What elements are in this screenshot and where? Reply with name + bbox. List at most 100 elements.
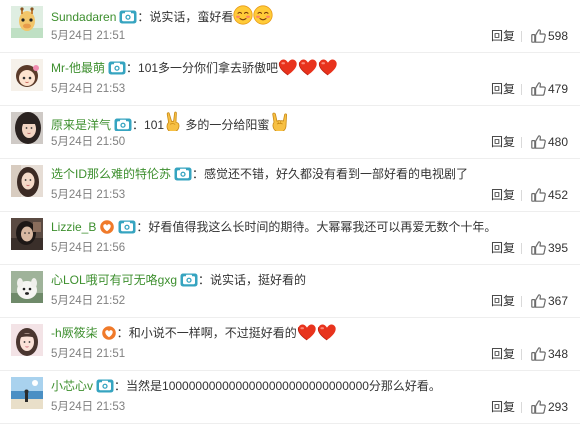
reply-button[interactable]: 回复: [491, 81, 515, 97]
like-button[interactable]: 452: [531, 186, 568, 204]
thumbs-up-icon: [531, 241, 546, 260]
comment-separator: ：: [126, 61, 139, 75]
victory-hand-emoji: [164, 111, 182, 131]
emoji-group: [233, 5, 274, 25]
comment-item: -h厥筱柒 ：和小说不一样啊，不过挺好看的 5月24日 21:51 回复 348: [0, 318, 580, 371]
thumbs-up-icon: [531, 400, 546, 419]
reply-button[interactable]: 回复: [491, 399, 515, 415]
comment-timestamp: 5月24日 21:53: [51, 401, 126, 413]
reply-button[interactable]: 回复: [491, 187, 515, 203]
emoji-group: [278, 58, 338, 78]
like-button[interactable]: 367: [531, 292, 568, 310]
vip-camera-icon[interactable]: [114, 118, 132, 131]
comment-text: 当然是1000000000000000000000000000000分那么好看。: [126, 379, 441, 393]
comment-separator: ：: [132, 118, 145, 131]
comment-timestamp: 5月24日 21:52: [51, 295, 126, 307]
comment-line: 心LOL哦可有可无咯gxg ：说实话，挺好看的: [51, 270, 570, 290]
comment-item: 小芯心v ：当然是1000000000000000000000000000000分…: [0, 371, 580, 424]
username-link[interactable]: 选个ID那么难的特伦苏: [51, 167, 171, 181]
reply-button[interactable]: 回复: [491, 134, 515, 150]
vip-camera-icon[interactable]: [180, 273, 198, 290]
thumbs-up-icon: [531, 29, 546, 48]
username-link[interactable]: -h厥筱柒: [51, 326, 98, 340]
action-divider: [521, 84, 522, 95]
fan-heart-badge-icon[interactable]: [101, 326, 117, 343]
rock-hand-emoji: [269, 111, 291, 131]
action-divider: [521, 349, 522, 360]
like-count: 598: [548, 29, 569, 43]
comment-list: Sundadaren ：说实话，蛮好看 5月24日 21:51 回复 598 Mr-他最萌…: [0, 0, 580, 425]
action-divider: [521, 190, 522, 201]
like-count: 452: [548, 188, 569, 202]
user-avatar[interactable]: [11, 112, 43, 144]
action-divider: [521, 296, 522, 307]
user-avatar[interactable]: [11, 59, 43, 91]
thumbs-up-icon: [531, 135, 546, 154]
vip-camera-icon[interactable]: [174, 167, 192, 184]
thumbs-up-icon: [531, 188, 546, 207]
reply-button[interactable]: 回复: [491, 28, 515, 44]
action-divider: [521, 31, 522, 42]
username-link[interactable]: 小芯心v: [51, 379, 93, 393]
comment-timestamp: 5月24日 21:51: [51, 348, 126, 360]
username-link[interactable]: Lizzie_B: [51, 220, 96, 234]
username-link[interactable]: 心LOL哦可有可无咯gxg: [51, 273, 177, 287]
thumbs-up-icon: [531, 294, 546, 313]
like-count: 479: [548, 82, 569, 96]
comment-line: Lizzie_B ：好看值得我这么长时间的期待。大幂幂我还可以再爱无数个十年。: [51, 217, 570, 237]
comment-text: 感觉还不错，好久都没有看到一部好看的电视剧了: [204, 167, 469, 181]
comment-line: 原来是洋气 ：101 多的一分给阳蜜: [51, 111, 570, 131]
comment-text: 好看值得我这么长时间的期待。大幂幂我还可以再爱无数个十年。: [148, 220, 497, 234]
heart-emoji: [318, 58, 338, 78]
comment-item: 心LOL哦可有可无咯gxg ：说实话，挺好看的 5月24日 21:52 回复 367: [0, 265, 580, 318]
comment-text: 说实话，挺好看的: [210, 273, 307, 287]
user-avatar[interactable]: [11, 271, 43, 303]
like-button[interactable]: 395: [531, 239, 568, 257]
like-count: 367: [548, 294, 569, 308]
reply-button[interactable]: 回复: [491, 293, 515, 309]
like-button[interactable]: 348: [531, 345, 568, 363]
fan-heart-badge-icon[interactable]: [99, 220, 115, 237]
heart-emoji: [317, 323, 337, 343]
action-divider: [521, 402, 522, 413]
comment-separator: ：: [137, 10, 150, 24]
like-button[interactable]: 598: [531, 27, 568, 45]
comment-line: Sundadaren ：说实话，蛮好看: [51, 5, 570, 25]
emoji-group: [297, 323, 337, 343]
heart-emoji: [297, 323, 317, 343]
user-avatar[interactable]: [11, 6, 43, 38]
like-button[interactable]: 293: [531, 398, 568, 416]
vip-camera-icon[interactable]: [108, 61, 126, 78]
vip-camera-icon[interactable]: [118, 220, 136, 237]
username-link[interactable]: 原来是洋气: [51, 118, 111, 131]
user-avatar[interactable]: [11, 324, 43, 356]
comment-line: 选个ID那么难的特伦苏 ：感觉还不错，好久都没有看到一部好看的电视剧了: [51, 164, 570, 184]
like-button[interactable]: 480: [531, 133, 568, 151]
user-avatar[interactable]: [11, 165, 43, 197]
comment-text: 101多一分你们拿去骄傲吧: [138, 61, 279, 75]
comment-item: Lizzie_B ：好看值得我这么长时间的期待。大幂幂我还可以再爱无数个十年。 5月…: [0, 212, 580, 265]
comment-item: 原来是洋气 ：101 多的一分给阳蜜 5月24日 21:50 回复 480: [0, 106, 580, 159]
vip-camera-icon[interactable]: [119, 10, 137, 25]
comment-separator: ：: [116, 326, 129, 340]
action-divider: [521, 243, 522, 254]
reply-button[interactable]: 回复: [491, 346, 515, 362]
comment-text: 说实话，蛮好看: [149, 10, 234, 24]
username-link[interactable]: Mr-他最萌: [51, 61, 105, 75]
username-link[interactable]: Sundadaren: [51, 10, 116, 24]
action-divider: [521, 137, 522, 148]
emoji-group: [269, 112, 291, 131]
blush-emoji: [233, 5, 254, 25]
reply-button[interactable]: 回复: [491, 240, 515, 256]
comment-separator: ：: [136, 220, 149, 234]
vip-camera-icon[interactable]: [96, 379, 114, 396]
heart-emoji: [278, 58, 298, 78]
comment-timestamp: 5月24日 21:50: [51, 136, 126, 148]
comment-timestamp: 5月24日 21:53: [51, 83, 126, 95]
comment-timestamp: 5月24日 21:56: [51, 242, 126, 254]
like-button[interactable]: 479: [531, 80, 568, 98]
user-avatar[interactable]: [11, 218, 43, 250]
comment-item: Sundadaren ：说实话，蛮好看 5月24日 21:51 回复 598: [0, 0, 580, 53]
comment-separator: ：: [198, 273, 211, 287]
user-avatar[interactable]: [11, 377, 43, 409]
